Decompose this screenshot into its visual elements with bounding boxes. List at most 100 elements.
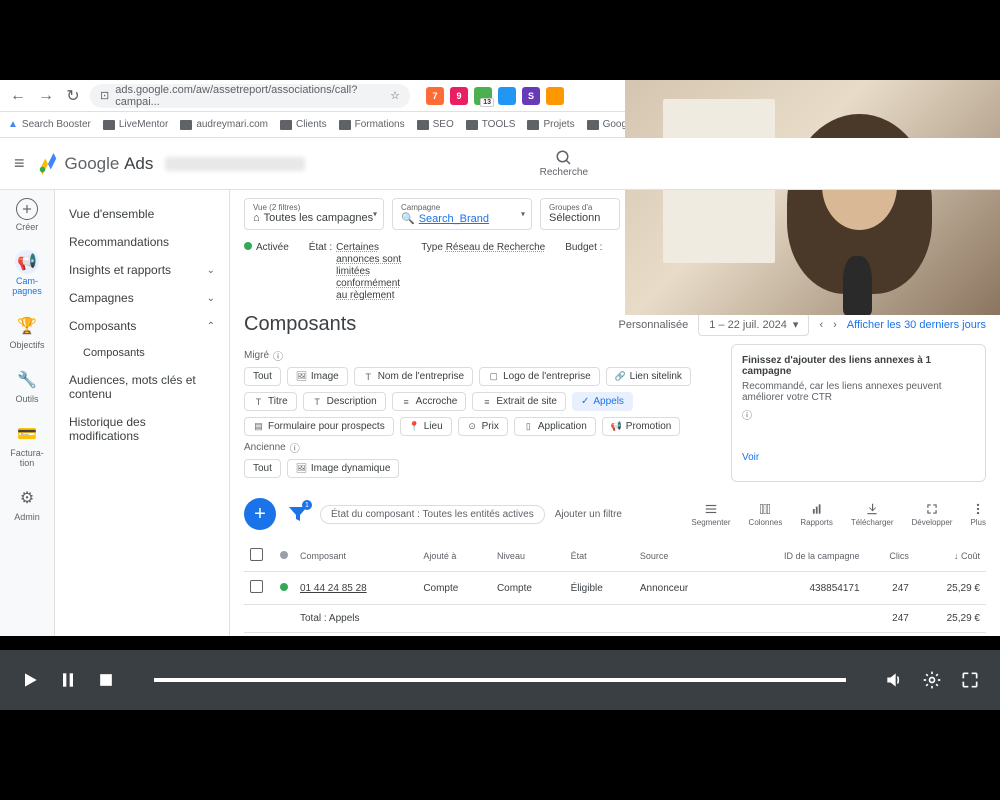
rail-facturation[interactable]: 💳 Factura- tion bbox=[10, 422, 44, 468]
chip-accroche[interactable]: ≡Accroche bbox=[392, 392, 467, 411]
url-text: ads.google.com/aw/assetreport/associatio… bbox=[115, 84, 384, 108]
hamburger-icon[interactable]: ≡ bbox=[14, 153, 25, 174]
ext-icon-5[interactable]: S bbox=[522, 87, 540, 105]
chip-formulaire-pour-prospects[interactable]: ▤Formulaire pour prospects bbox=[244, 417, 394, 436]
chevron-down-icon: ▾ bbox=[793, 318, 799, 331]
rail-objectifs[interactable]: 🏆 Objectifs bbox=[9, 314, 44, 350]
gear-icon: ⚙ bbox=[15, 486, 39, 510]
chip-titre[interactable]: TTitre bbox=[244, 392, 297, 411]
sidebar-item-insights[interactable]: Insights et rapports⌄ bbox=[55, 256, 229, 284]
search-button[interactable]: Recherche bbox=[540, 149, 588, 178]
rail-create[interactable]: Créer bbox=[16, 198, 39, 232]
sidebar-item-recommendations[interactable]: Recommandations bbox=[55, 228, 229, 256]
chevron-down-icon: ▾ bbox=[521, 210, 525, 219]
status-dot-green bbox=[280, 583, 288, 591]
sidebar-item-audiences[interactable]: Audiences, mots clés et contenu bbox=[55, 366, 229, 408]
prev-period-button[interactable]: ‹ bbox=[819, 319, 823, 331]
chip-icon: ▢ bbox=[488, 371, 499, 382]
chip-lieu[interactable]: 📍Lieu bbox=[400, 417, 452, 436]
chip-tout[interactable]: Tout bbox=[244, 459, 281, 478]
filter-vue[interactable]: Vue (2 filtres) ⌂Toutes les campagnes ▾ bbox=[244, 198, 384, 230]
bookmark-search-booster[interactable]: ▲Search Booster bbox=[8, 119, 91, 130]
volume-button[interactable] bbox=[884, 670, 904, 690]
home-icon: ⌂ bbox=[253, 212, 260, 224]
rail-outils[interactable]: 🔧 Outils bbox=[15, 368, 39, 404]
left-rail: Créer 📢 Cam- pagnes 🏆 Objectifs 🔧 Outils… bbox=[0, 138, 55, 636]
extension-icons: 7 9 13 S bbox=[426, 87, 564, 105]
next-period-button[interactable]: › bbox=[833, 319, 837, 331]
play-button[interactable] bbox=[20, 670, 40, 690]
chip-application[interactable]: ▯Application bbox=[514, 417, 596, 436]
bookmark-tools[interactable]: TOOLS bbox=[466, 119, 516, 130]
bookmark-audreymari[interactable]: audreymari.com bbox=[180, 119, 268, 130]
chip-extrait-de-site[interactable]: ≡Extrait de site bbox=[472, 392, 566, 411]
info-icon[interactable]: ⓘ bbox=[273, 348, 283, 363]
settings-button[interactable] bbox=[922, 670, 942, 690]
card-icon: 💳 bbox=[15, 422, 39, 446]
sidebar-item-composants-sub[interactable]: Composants bbox=[55, 340, 229, 366]
chip-appels[interactable]: Appels bbox=[572, 392, 633, 411]
info-icon[interactable]: ⓘ bbox=[742, 407, 975, 422]
pause-button[interactable] bbox=[58, 670, 78, 690]
recommendation-card: Finissez d'ajouter des liens annexes à 1… bbox=[731, 344, 986, 482]
filter-campagne[interactable]: Campagne 🔍Search_Brand ▾ bbox=[392, 198, 532, 230]
last-30-days-link[interactable]: Afficher les 30 derniers jours bbox=[847, 319, 986, 331]
bookmark-clients[interactable]: Clients bbox=[280, 119, 327, 130]
star-icon[interactable]: ☆ bbox=[390, 89, 400, 102]
select-all-checkbox[interactable] bbox=[250, 548, 263, 561]
chip-nom-de-l-entreprise[interactable]: TNom de l'entreprise bbox=[354, 367, 473, 386]
filter-button[interactable]: 1 bbox=[286, 502, 310, 526]
segment-button[interactable]: Segmenter bbox=[691, 502, 730, 527]
sidebar-item-historique[interactable]: Historique des modifications bbox=[55, 408, 229, 450]
stop-button[interactable] bbox=[96, 670, 116, 690]
chip-icon: 📍 bbox=[409, 421, 420, 432]
info-icon[interactable]: ⓘ bbox=[290, 440, 300, 455]
app-header: ≡ Google Ads Recherche bbox=[0, 138, 1000, 190]
reports-button[interactable]: Rapports bbox=[800, 502, 832, 527]
chip-image-dynamique[interactable]: 🖼Image dynamique bbox=[287, 459, 400, 478]
more-button[interactable]: Plus bbox=[970, 502, 986, 527]
sidebar-item-campagnes[interactable]: Campagnes⌄ bbox=[55, 284, 229, 312]
bookmark-formations[interactable]: Formations bbox=[339, 119, 405, 130]
sidebar-item-composants[interactable]: Composants⌃ bbox=[55, 312, 229, 340]
voir-link[interactable]: Voir bbox=[742, 452, 759, 463]
chip-image[interactable]: 🖼Image bbox=[287, 367, 348, 386]
chip-icon: ▤ bbox=[253, 421, 264, 432]
chip-icon: T bbox=[312, 396, 323, 407]
bookmark-projets[interactable]: Projets bbox=[527, 119, 574, 130]
ext-icon-3[interactable]: 13 bbox=[474, 87, 492, 105]
ext-icon-1[interactable]: 7 bbox=[426, 87, 444, 105]
page-title: Composants bbox=[244, 313, 356, 336]
chip-lien-sitelink[interactable]: 🔗Lien sitelink bbox=[606, 367, 691, 386]
fullscreen-button[interactable] bbox=[960, 670, 980, 690]
chip-tout[interactable]: Tout bbox=[244, 367, 281, 386]
add-button[interactable]: + bbox=[244, 498, 276, 530]
phone-asset-link[interactable]: 01 44 24 85 28 bbox=[300, 583, 367, 594]
chip-promotion[interactable]: 📢Promotion bbox=[602, 417, 681, 436]
date-range-picker[interactable]: 1 – 22 juil. 2024▾ bbox=[698, 313, 809, 336]
rail-admin[interactable]: ⚙ Admin bbox=[14, 486, 40, 522]
reload-button[interactable]: ↻ bbox=[64, 87, 82, 105]
ext-icon-6[interactable] bbox=[546, 87, 564, 105]
chip-description[interactable]: TDescription bbox=[303, 392, 386, 411]
download-button[interactable]: Télécharger bbox=[851, 502, 894, 527]
filter-groupes[interactable]: Groupes d'a Sélectionn bbox=[540, 198, 620, 230]
sidebar-item-overview[interactable]: Vue d'ensemble bbox=[55, 200, 229, 228]
progress-bar[interactable] bbox=[154, 678, 846, 682]
rail-campaigns[interactable]: 📢 Cam- pagnes bbox=[12, 250, 42, 296]
chip-prix[interactable]: ⊙Prix bbox=[458, 417, 508, 436]
ext-icon-2[interactable]: 9 bbox=[450, 87, 468, 105]
forward-button[interactable]: → bbox=[36, 86, 56, 106]
back-button[interactable]: ← bbox=[8, 86, 28, 106]
expand-button[interactable]: Développer bbox=[912, 502, 953, 527]
url-bar[interactable]: ⊡ ads.google.com/aw/assetreport/associat… bbox=[90, 84, 410, 108]
row-checkbox[interactable] bbox=[250, 580, 263, 593]
columns-button[interactable]: Colonnes bbox=[749, 502, 783, 527]
chevron-down-icon: ⌄ bbox=[207, 293, 215, 304]
bookmark-seo[interactable]: SEO bbox=[417, 119, 454, 130]
ext-icon-4[interactable] bbox=[498, 87, 516, 105]
bookmark-livementor[interactable]: LiveMentor bbox=[103, 119, 168, 130]
chip-logo-de-l-entreprise[interactable]: ▢Logo de l'entreprise bbox=[479, 367, 600, 386]
add-filter-button[interactable]: Ajouter un filtre bbox=[555, 509, 622, 520]
table-row[interactable]: 01 44 24 85 28 Compte Compte Éligible An… bbox=[244, 572, 986, 605]
